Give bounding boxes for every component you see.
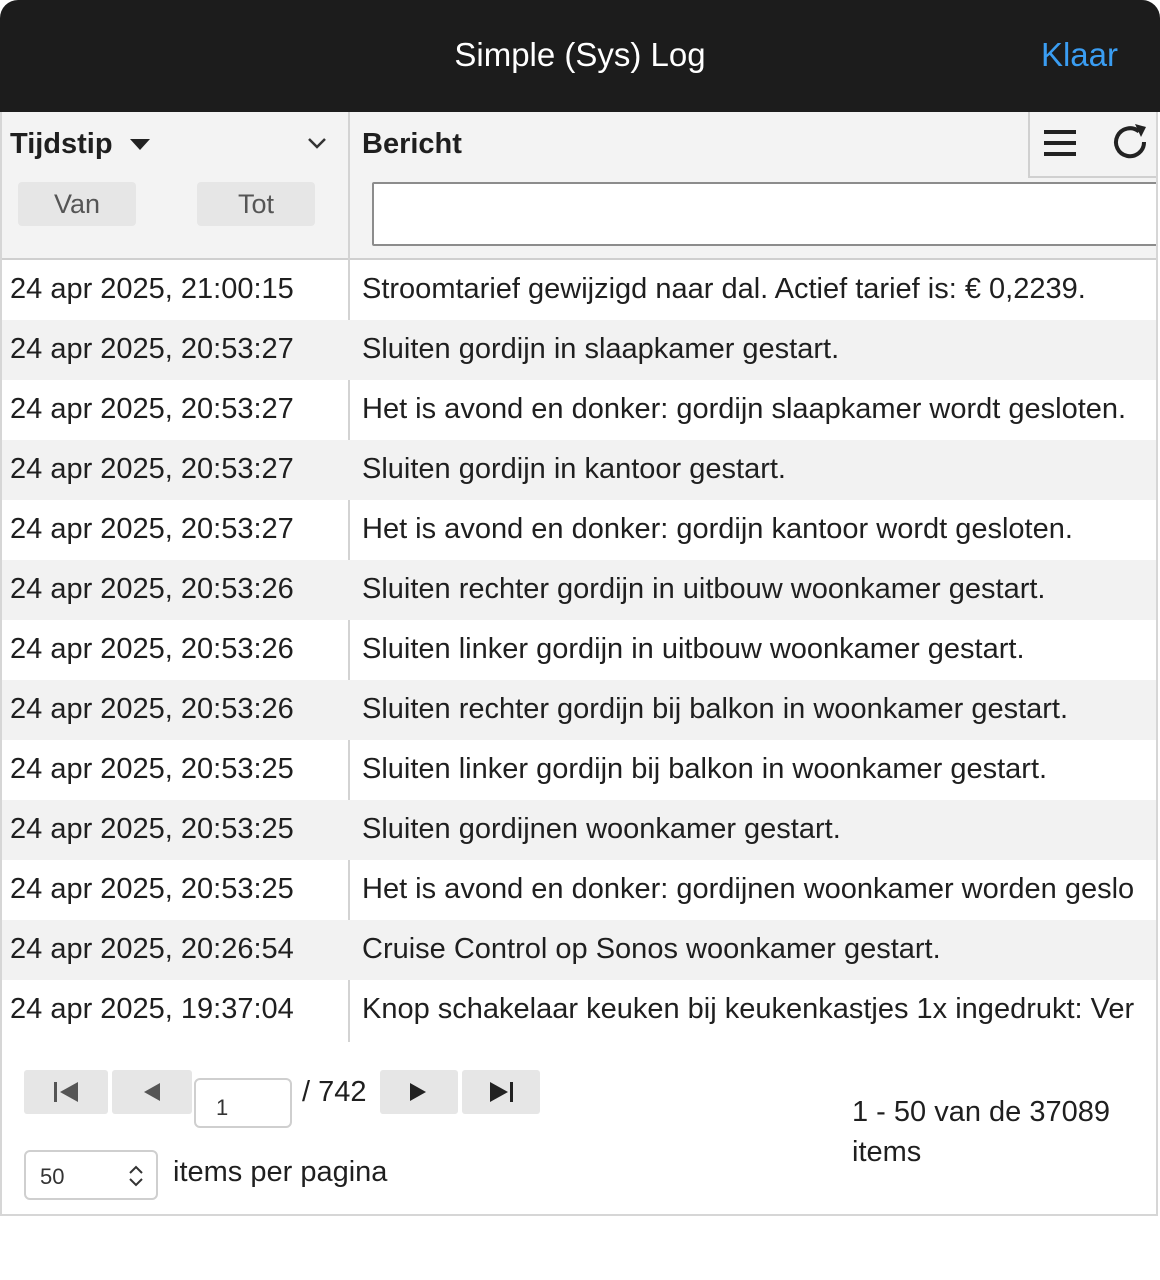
table-row[interactable]: 24 apr 2025, 21:00:15 Stroomtarief gewijz… [2,260,1156,320]
cell-timestamp: 24 apr 2025, 20:53:26 [10,693,294,725]
dialog-title: Simple (Sys) Log [454,36,706,73]
page-number-input[interactable] [194,1078,292,1128]
select-arrows-icon [129,1165,143,1187]
items-per-page-label: items per pagina [173,1156,388,1188]
sort-desc-icon[interactable] [130,139,150,150]
table-row[interactable]: 24 apr 2025, 20:26:54 Cruise Control op S… [2,920,1156,980]
last-page-icon [490,1082,513,1102]
cell-message: Stroomtarief gewijzigd naar dal. Actief … [362,273,1086,305]
cell-message: Het is avond en donker: gordijnen woonka… [362,873,1135,905]
log-rows: 24 apr 2025, 21:00:15 Stroomtarief gewijz… [2,260,1156,1040]
hamburger-menu-icon[interactable] [1042,126,1078,160]
cell-timestamp: 24 apr 2025, 21:00:15 [10,273,294,305]
table-row[interactable]: 24 apr 2025, 20:53:25 Sluiten linker gord… [2,740,1156,800]
first-page-button[interactable] [24,1070,108,1114]
refresh-icon[interactable] [1108,120,1152,164]
first-page-icon [54,1082,78,1102]
next-page-button[interactable] [380,1070,458,1114]
table-row[interactable]: 24 apr 2025, 20:53:27 Sluiten gordijn in … [2,320,1156,380]
total-pages: / 742 [302,1076,367,1108]
table-row[interactable]: 24 apr 2025, 20:53:27 Het is avond en don… [2,380,1156,440]
cell-timestamp: 24 apr 2025, 20:53:25 [10,813,294,845]
column-header-message[interactable]: Bericht [362,128,462,161]
cell-message: Sluiten gordijnen woonkamer gestart. [362,813,841,845]
previous-page-button[interactable] [112,1070,192,1114]
table-row[interactable]: 24 apr 2025, 20:53:25 Het is avond en don… [2,860,1156,920]
table-row[interactable]: 24 apr 2025, 20:53:26 Sluiten rechter gor… [2,560,1156,620]
cell-timestamp: 24 apr 2025, 20:53:27 [10,393,294,425]
grid-header: Tijdstip Van Tot Bericht [2,112,1156,260]
cell-message: Cruise Control op Sonos woonkamer gestar… [362,933,941,965]
dialog-header: Simple (Sys) Log Klaar [0,0,1160,112]
cell-message: Sluiten gordijn in kantoor gestart. [362,453,786,485]
table-row[interactable]: 24 apr 2025, 20:53:26 Sluiten linker gord… [2,620,1156,680]
page-size-select[interactable]: 50 [24,1150,158,1200]
cell-timestamp: 24 apr 2025, 20:53:27 [10,453,294,485]
previous-page-icon [144,1083,160,1101]
grid-toolbox [1028,112,1156,178]
cell-message: Sluiten rechter gordijn in uitbouw woonk… [362,573,1046,605]
time-to-button[interactable]: Tot [197,182,315,226]
cell-message: Knop schakelaar keuken bij keukenkastjes… [362,993,1135,1025]
table-row[interactable]: 24 apr 2025, 20:53:27 Sluiten gordijn in … [2,440,1156,500]
cell-message: Sluiten rechter gordijn bij balkon in wo… [362,693,1069,725]
cell-message: Sluiten linker gordijn bij balkon in woo… [362,753,1048,785]
pager-summary: 1 - 50 van de 37089 items [852,1096,1110,1168]
cell-timestamp: 24 apr 2025, 20:53:25 [10,753,294,785]
cell-timestamp: 24 apr 2025, 20:53:25 [10,873,294,905]
cell-timestamp: 24 apr 2025, 20:53:26 [10,573,294,605]
cell-message: Sluiten gordijn in slaapkamer gestart. [362,333,840,365]
last-page-button[interactable] [462,1070,540,1114]
page-size-value: 50 [40,1164,65,1189]
cell-message: Het is avond en donker: gordijn kantoor … [362,513,1073,545]
cell-timestamp: 24 apr 2025, 20:26:54 [10,933,294,965]
table-row[interactable]: 24 apr 2025, 20:53:25 Sluiten gordijnen w… [2,800,1156,860]
time-from-button[interactable]: Van [18,182,136,226]
table-row[interactable]: 24 apr 2025, 20:53:26 Sluiten rechter gor… [2,680,1156,740]
log-grid: Tijdstip Van Tot Bericht 24 apr 2025, 21… [0,112,1158,1216]
cell-message: Het is avond en donker: gordijn slaapkam… [362,393,1127,425]
done-button[interactable]: Klaar [1041,36,1118,74]
column-header-time[interactable]: Tijdstip [10,128,113,161]
cell-message: Sluiten linker gordijn in uitbouw woonka… [362,633,1025,665]
cell-timestamp: 24 apr 2025, 20:53:26 [10,633,294,665]
message-filter-input[interactable] [372,182,1156,246]
cell-timestamp: 24 apr 2025, 20:53:27 [10,513,294,545]
table-row[interactable]: 24 apr 2025, 19:37:04 Knop schakelaar keu… [2,980,1156,1040]
next-page-icon [410,1083,426,1101]
cell-timestamp: 24 apr 2025, 20:53:27 [10,333,294,365]
cell-timestamp: 24 apr 2025, 19:37:04 [10,993,294,1025]
table-row[interactable]: 24 apr 2025, 20:53:27 Het is avond en don… [2,500,1156,560]
chevron-down-icon[interactable] [304,130,330,156]
